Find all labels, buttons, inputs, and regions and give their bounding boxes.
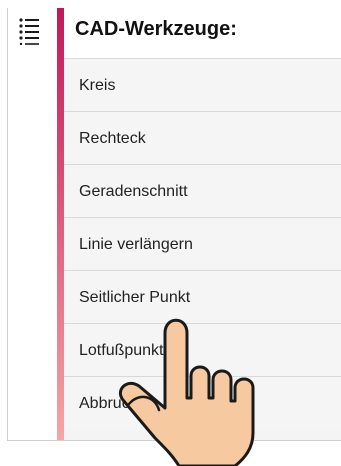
tool-item-geradenschnitt[interactable]: Geradenschnitt xyxy=(64,164,341,217)
tool-item-linie-verlaengern[interactable]: Linie verlängern xyxy=(64,217,341,270)
tool-item-rechteck[interactable]: Rechteck xyxy=(64,111,341,164)
tool-item-kreis[interactable]: Kreis xyxy=(64,58,341,111)
accent-bar xyxy=(57,8,64,440)
panel-gutter xyxy=(8,8,57,440)
list-menu-icon[interactable] xyxy=(18,17,40,45)
panel-title: CAD-Werkzeuge: xyxy=(64,8,341,58)
hand-pointer-icon xyxy=(118,318,255,466)
